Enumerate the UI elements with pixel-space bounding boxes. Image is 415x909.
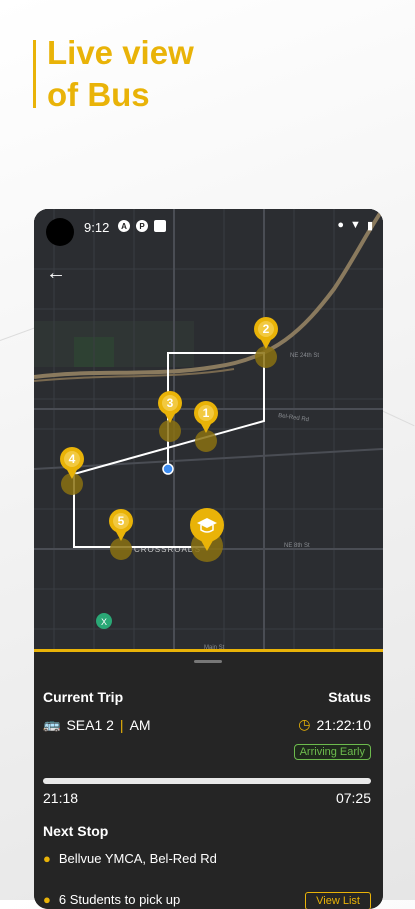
camera-cutout bbox=[46, 218, 74, 246]
trip-end-time: 07:25 bbox=[335, 790, 371, 806]
next-stop-label: Next Stop bbox=[43, 823, 109, 839]
trip-start-time: 21:18 bbox=[43, 790, 79, 806]
headline-line-1: Live view bbox=[47, 34, 194, 71]
status-bar: 9:12 A P ● ▼ ▮ bbox=[34, 209, 383, 246]
separator: | bbox=[119, 716, 124, 733]
phone-frame: NE 24th St Bel-Red Rd NE 8th St Main St … bbox=[34, 209, 383, 909]
status-time: 9:12 bbox=[84, 220, 110, 235]
wifi-icon: ▼ bbox=[350, 219, 361, 231]
map-canvas: NE 24th St Bel-Red Rd NE 8th St Main St … bbox=[34, 209, 383, 653]
view-list-button[interactable]: View List bbox=[305, 892, 371, 909]
status-label: Status bbox=[328, 689, 371, 705]
svg-text:4: 4 bbox=[69, 452, 76, 466]
next-stop-row: ● Bellvue YMCA, Bel-Red Rd bbox=[43, 851, 217, 866]
headline: Live view of Bus bbox=[47, 32, 194, 116]
status-time-row: ◷ 21:22:10 bbox=[298, 716, 371, 733]
location-icon: ● bbox=[337, 219, 345, 231]
back-arrow-icon[interactable]: ← bbox=[46, 263, 66, 283]
bus-route-row: 🚌 SEA1 2 | AM bbox=[43, 716, 151, 733]
battery-icon: ▮ bbox=[366, 220, 373, 232]
location-pin-icon: ● bbox=[43, 851, 51, 866]
trip-bottom-sheet: Current Trip Status 🚌 SEA1 2 | AM ◷ 21:2… bbox=[34, 649, 383, 909]
status-badge: Arriving Early bbox=[293, 744, 371, 760]
trip-progress-bar bbox=[43, 778, 371, 784]
svg-text:5: 5 bbox=[118, 514, 125, 528]
street-label: NE 8th St bbox=[284, 543, 310, 549]
bus-icon: 🚌 bbox=[43, 716, 61, 732]
street-label: NE 24th St bbox=[290, 353, 319, 359]
status-time-value: 21:22:10 bbox=[316, 716, 372, 733]
svg-text:3: 3 bbox=[167, 396, 174, 410]
trip-period: AM bbox=[129, 716, 151, 733]
map-view[interactable]: NE 24th St Bel-Red Rd NE 8th St Main St … bbox=[34, 209, 383, 653]
sd-card-icon bbox=[154, 220, 166, 232]
current-trip-label: Current Trip bbox=[43, 689, 124, 705]
headline-line-2: of Bus bbox=[47, 76, 150, 113]
clock-icon: ◷ bbox=[298, 716, 311, 732]
bus-location-dot bbox=[162, 463, 174, 475]
status-icons-left: A P bbox=[118, 220, 166, 232]
svg-text:2: 2 bbox=[263, 322, 270, 336]
status-icons-right: ● ▼ ▮ bbox=[337, 219, 373, 232]
sheet-drag-handle[interactable] bbox=[194, 660, 222, 663]
a-notification-icon: A bbox=[118, 220, 130, 232]
p-notification-icon: P bbox=[136, 220, 148, 232]
headline-accent-bar bbox=[33, 40, 36, 108]
next-stop-location: Bellvue YMCA, Bel-Red Rd bbox=[58, 851, 217, 866]
svg-text:1: 1 bbox=[203, 406, 210, 420]
svg-text:X: X bbox=[101, 617, 107, 627]
bus-route: SEA1 2 bbox=[66, 716, 114, 733]
school-icon[interactable] bbox=[190, 508, 224, 562]
